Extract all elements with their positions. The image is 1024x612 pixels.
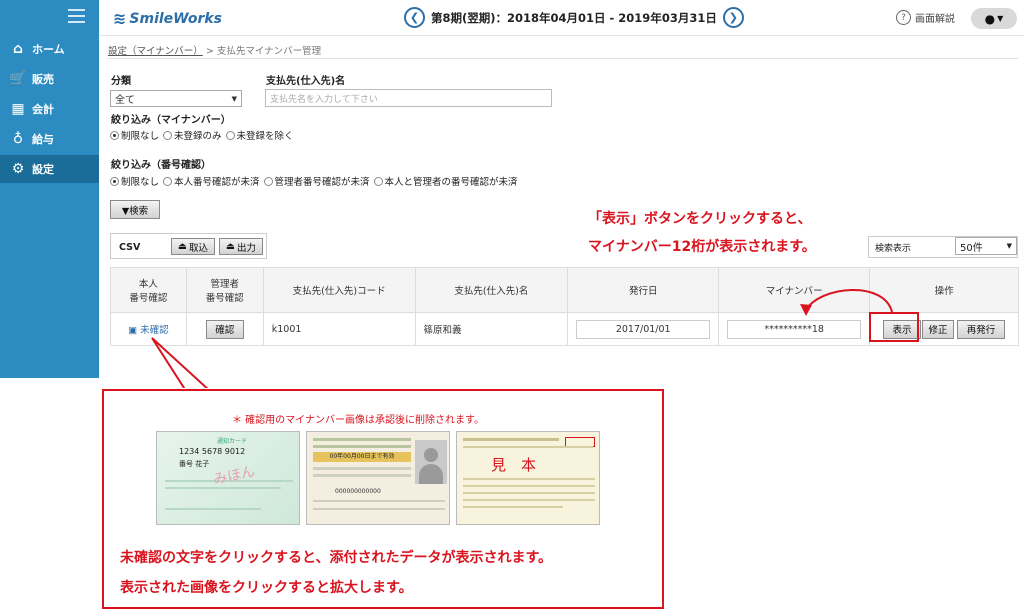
confirm-filter-label: 絞り込み（番号確認） [111,160,211,171]
radio-self-unconfirmed[interactable]: 本人番号確認が未済 [163,174,260,188]
notice-card-image[interactable]: 通知カード 1234 5678 9012 番号 花子 みほん [156,431,300,525]
period-label: 第8期(翌期)：2018年04月01日 - 2019年03月31日 [431,10,717,25]
col-mynumber: マイナンバー [718,267,871,313]
page-size-select[interactable]: 50件 ▼ [955,237,1017,255]
sidebar-item-sales[interactable]: 🛒 販売 [0,65,99,93]
sidebar-item-payroll[interactable]: ♁ 給与 [0,125,99,153]
user-icon: ● [984,11,996,26]
sidebar-item-home[interactable]: ⌂ ホーム [0,35,99,63]
app-logo[interactable]: ≋ SmileWorks [113,9,222,28]
csv-panel: CSV ⏏ 取込 ⏏ 出力 [110,233,267,259]
radio-exclude-unregistered[interactable]: 未登録を除く [225,128,294,142]
smile-logo-icon: ≋ [113,9,127,28]
mynumber-filter-group: 制限なし 未登録のみ 未登録を除く [110,128,294,142]
cart-icon: 🛒 [9,71,27,87]
gear-icon: ⚙ [11,161,25,177]
col-issue-date: 発行日 [567,267,720,313]
issue-date-field[interactable]: 2017/01/01 [576,319,711,339]
breadcrumb-parent[interactable]: 設定（マイナンバー） [108,46,203,57]
confirm-filter-group: 制限なし 本人番号確認が未済 管理者番号確認が未済 本人と管理者の番号確認が未済 [110,174,518,188]
callout-caption: ＊ 確認用のマイナンバー画像は承認後に削除されます。 [232,415,484,426]
payee-input[interactable]: 支払先名を入力して下さい [265,89,552,107]
sidebar: ⌂ ホーム 🛒 販売 ▦ 会計 ♁ 給与 ⚙ 設定 [0,0,99,378]
id-photo-placeholder [415,440,447,484]
annotation-show-line2: マイナンバー12桁が表示されます。 [588,239,816,255]
question-icon: ? [896,10,911,25]
help-link[interactable]: ? 画面解説 [896,10,955,25]
attachment-callout: ＊ 確認用のマイナンバー画像は承認後に削除されます。 通知カード 1234 56… [102,389,664,609]
mynumber-filter-label: 絞り込み（マイナンバー） [111,115,231,126]
payee-label: 支払先(仕入先)名 [266,76,346,87]
calculator-icon: ▦ [11,101,25,117]
hamburger-menu-icon[interactable] [68,9,85,23]
radio-unregistered-only[interactable]: 未登録のみ [163,128,222,142]
payee-code: k1001 [262,312,416,346]
show-button-highlight [869,312,919,342]
import-icon: ⏏ [178,241,187,252]
license-card-image[interactable]: 00年00月00日まで有効 000000000000 [306,431,450,525]
category-label: 分類 [111,76,131,87]
image-icon: ▣ [128,325,138,336]
caret-down-icon: ▼ [997,14,1004,23]
chevron-left-icon[interactable]: ❮ [404,7,425,28]
unconfirmed-link[interactable]: ▣ 未確認 [128,325,169,336]
page-size-label: 検索表示 [875,243,912,254]
search-button[interactable]: ▼検索 [110,200,160,219]
caret-down-icon: ▼ [231,94,237,103]
money-bag-icon: ♁ [12,131,24,147]
mynumber-field: **********18 [727,319,862,339]
caret-down-icon: ▼ [1006,242,1012,250]
radio-admin-unconfirmed[interactable]: 管理者番号確認が未済 [263,174,370,188]
col-self-confirm: 本人 番号確認 [110,267,187,313]
edit-button[interactable]: 修正 [922,319,955,339]
user-menu-button[interactable]: ● ▼ [971,8,1017,29]
callout-line2: 表示された画像をクリックすると拡大します。 [120,580,413,596]
insurance-card-image[interactable]: 見 本 [456,431,600,525]
radio-both-unconfirmed[interactable]: 本人と管理者の番号確認が未済 [373,174,518,188]
col-code: 支払先(仕入先)コード [262,267,416,313]
breadcrumb-current: 支払先マイナンバー管理 [216,46,322,57]
chevron-right-icon[interactable]: ❯ [722,7,744,28]
sidebar-item-accounting[interactable]: ▦ 会計 [0,95,99,123]
admin-confirm-button[interactable]: 確認 [205,319,244,339]
page-size-control: 検索表示 50件 ▼ [868,236,1018,258]
callout-line1: 未確認の文字をクリックすると、添付されたデータが表示されます。 [120,550,553,566]
sidebar-item-settings[interactable]: ⚙ 設定 [0,155,99,183]
home-icon: ⌂ [12,41,24,57]
annotation-show-line1: 「表示」ボタンをクリックすると、 [588,211,812,227]
csv-label: CSV [119,242,141,253]
category-select[interactable]: 全て ▼ [110,90,242,107]
col-admin-confirm: 管理者 番号確認 [185,267,264,313]
col-actions: 操作 [869,267,1019,313]
breadcrumb: 設定（マイナンバー） > 支払先マイナンバー管理 [108,46,322,57]
divider [108,58,1018,59]
period-selector: ❮ 第8期(翌期)：2018年04月01日 - 2019年03月31日 ❯ [404,7,744,28]
radio-confirm-no-limit[interactable]: 制限なし [110,174,159,188]
payee-name: 篠原和義 [414,312,569,346]
radio-no-limit[interactable]: 制限なし [110,128,159,142]
export-icon: ⏏ [226,241,235,252]
col-name: 支払先(仕入先)名 [414,267,569,313]
csv-export-button[interactable]: ⏏ 出力 [219,238,263,255]
top-bar: ≋ SmileWorks ❮ 第8期(翌期)：2018年04月01日 - 201… [99,0,1024,36]
csv-import-button[interactable]: ⏏ 取込 [171,238,215,255]
reissue-button[interactable]: 再発行 [957,319,1006,339]
